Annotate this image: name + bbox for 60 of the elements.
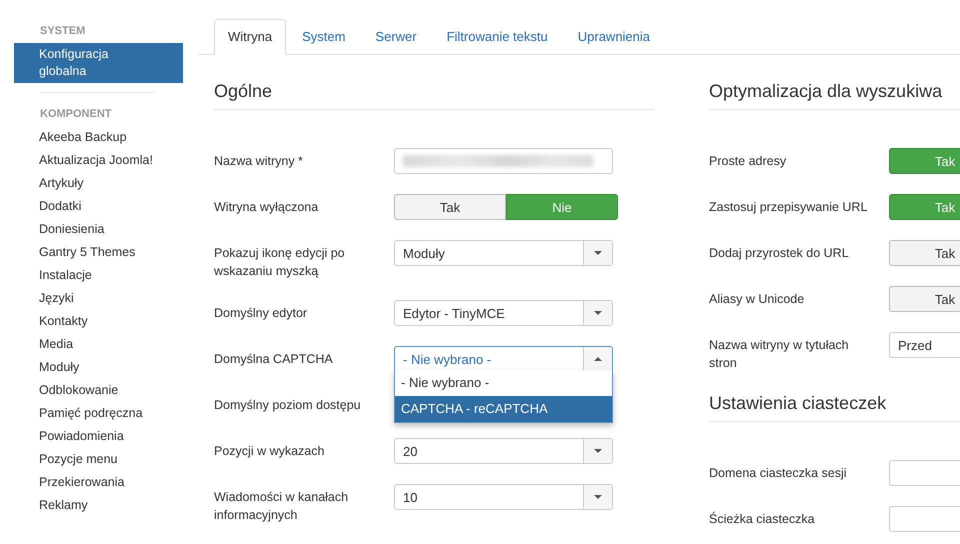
toggle-option[interactable]: Tak bbox=[889, 240, 960, 266]
field-label: Domyślna CAPTCHA bbox=[214, 351, 334, 368]
field-label: Domyślny edytor bbox=[214, 305, 308, 322]
text-field[interactable] bbox=[394, 148, 613, 174]
tab[interactable]: Serwer bbox=[361, 19, 431, 55]
tab[interactable]: System bbox=[288, 19, 360, 55]
toggle-option[interactable]: Tak bbox=[889, 286, 960, 312]
section-heading: Ogólne bbox=[214, 80, 654, 110]
field-label: Pokazuj ikonę edycji po wskazaniu myszką bbox=[214, 245, 346, 280]
dropdown-option[interactable]: - Nie wybrano - bbox=[395, 370, 612, 396]
field-label: Wiadomości w kanałach informacyjnych bbox=[214, 489, 350, 524]
select-field[interactable]: Przed bbox=[889, 332, 960, 358]
section-heading: Ustawienia ciasteczek bbox=[709, 392, 960, 422]
field-label: Proste adresy bbox=[709, 153, 788, 170]
sidebar-item[interactable]: Aktualizacja Joomla! bbox=[14, 149, 183, 172]
sidebar-item[interactable]: Pozycje menu bbox=[14, 448, 183, 471]
field-label: Dodaj przyrostek do URL bbox=[709, 245, 850, 262]
field-label: Nazwa witryny * bbox=[214, 153, 304, 170]
sidebar-item[interactable]: Języki bbox=[14, 287, 183, 310]
select-field[interactable]: 20 bbox=[394, 438, 613, 464]
sidebar-item[interactable]: Instalacje bbox=[14, 264, 183, 287]
sidebar-item[interactable]: Gantry 5 Themes bbox=[14, 241, 183, 264]
section-heading: Optymalizacja dla wyszukiwa bbox=[709, 80, 960, 110]
field-label: Aliasy w Unicode bbox=[709, 291, 806, 308]
sidebar-item[interactable]: Artykuły bbox=[14, 172, 183, 195]
toggle-option[interactable]: Tak bbox=[394, 194, 506, 220]
caret-icon bbox=[594, 495, 602, 499]
select-field[interactable]: Moduły bbox=[394, 240, 613, 266]
sidebar-heading: KOMPONENT bbox=[39, 107, 112, 122]
field-label: Nazwa witryny w tytułach stron bbox=[709, 337, 850, 372]
field-label: Ścieżka ciasteczka bbox=[709, 510, 816, 528]
field-label: Zastosuj przepisywanie URL bbox=[709, 199, 868, 216]
caret-icon bbox=[594, 311, 602, 315]
caret-icon bbox=[594, 357, 602, 361]
sidebar-item[interactable]: Pamięć podręczna bbox=[14, 402, 183, 425]
sidebar-item[interactable]: Reklamy bbox=[14, 494, 183, 517]
field-label: Pozycji w wykazach bbox=[214, 443, 326, 460]
sidebar-item[interactable]: Dodatki bbox=[14, 195, 183, 218]
sidebar-item[interactable]: Media bbox=[14, 333, 183, 356]
field-label: Domena ciasteczka sesji bbox=[709, 465, 848, 482]
caret-icon bbox=[594, 251, 602, 255]
tab[interactable]: Filtrowanie tekstu bbox=[432, 19, 562, 55]
dropdown-option[interactable]: CAPTCHA - reCAPTCHA bbox=[395, 396, 612, 422]
sidebar-heading: SYSTEM bbox=[39, 24, 86, 39]
caret-icon bbox=[594, 449, 602, 453]
sidebar-item[interactable]: Powiadomienia bbox=[14, 425, 183, 448]
select-field[interactable]: 10 bbox=[394, 484, 613, 510]
tab[interactable]: Uprawnienia bbox=[564, 19, 664, 55]
sidebar-item[interactable]: Doniesienia bbox=[14, 218, 183, 241]
field-label: Witryna wyłączona bbox=[214, 199, 320, 216]
sidebar-item[interactable]: Moduły bbox=[14, 356, 183, 379]
sidebar-item[interactable]: Akeeba Backup bbox=[14, 126, 183, 149]
sidebar-item[interactable]: Odblokowanie bbox=[14, 379, 183, 402]
sidebar-item[interactable]: Konfiguracja globalna bbox=[14, 43, 183, 83]
sidebar-item[interactable]: Przekierowania bbox=[14, 471, 183, 494]
select-field[interactable]: Edytor - TinyMCE bbox=[394, 300, 613, 326]
select-field[interactable]: - Nie wybrano - bbox=[394, 346, 613, 372]
field-label: Domyślny poziom dostępu bbox=[214, 397, 362, 414]
tab[interactable]: Witryna bbox=[214, 19, 286, 55]
sidebar-item[interactable]: Kontakty bbox=[14, 310, 183, 333]
